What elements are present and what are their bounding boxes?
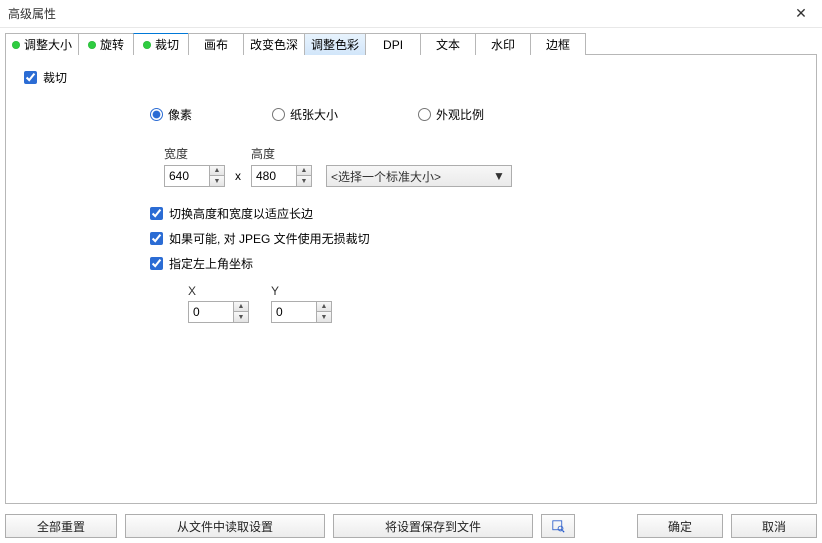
title-bar: 高级属性 ✕ xyxy=(0,0,822,28)
radio-aspect-label: 外观比例 xyxy=(436,106,484,123)
height-spinner[interactable]: ▲ ▼ xyxy=(251,165,312,187)
cb-swap-label: 切换高度和宽度以适应长边 xyxy=(169,205,313,222)
width-col: 宽度 ▲ ▼ xyxy=(164,145,225,187)
y-spinner[interactable]: ▲ ▼ xyxy=(271,301,332,323)
preset-value: <选择一个标准大小> xyxy=(331,168,487,185)
radio-aspect-row: 外观比例 xyxy=(418,106,484,123)
preview-icon xyxy=(552,520,565,533)
cb-topleft[interactable] xyxy=(150,257,163,270)
preset-select[interactable]: <选择一个标准大小> ▼ xyxy=(326,165,512,187)
chevron-up-icon[interactable]: ▲ xyxy=(234,302,248,312)
tab-canvas[interactable]: 画布 xyxy=(188,33,244,55)
width-spinner[interactable]: ▲ ▼ xyxy=(164,165,225,187)
enable-crop-row: 裁切 xyxy=(24,69,798,86)
radio-paper[interactable] xyxy=(272,108,285,121)
tab-rotate[interactable]: 旋转 xyxy=(78,33,134,55)
tab-watermark[interactable]: 水印 xyxy=(475,33,531,55)
radio-aspect[interactable] xyxy=(418,108,431,121)
tab-strip: 调整大小 旋转 裁切 画布 改变色深 调整色彩 DPI 文本 水印 边框 xyxy=(5,33,817,55)
tab-dpi[interactable]: DPI xyxy=(365,33,421,55)
preview-button[interactable] xyxy=(541,514,575,538)
y-label: Y xyxy=(271,284,332,298)
x-spinner[interactable]: ▲ ▼ xyxy=(188,301,249,323)
radio-pixel-row: 像素 xyxy=(150,106,192,123)
tab-color-adjust[interactable]: 调整色彩 xyxy=(304,33,366,55)
tab-depth[interactable]: 改变色深 xyxy=(243,33,305,55)
cancel-button[interactable]: 取消 xyxy=(731,514,817,538)
content-area: 调整大小 旋转 裁切 画布 改变色深 调整色彩 DPI 文本 水印 边框 裁切 … xyxy=(0,28,822,509)
width-label: 宽度 xyxy=(164,145,225,162)
chevron-up-icon[interactable]: ▲ xyxy=(317,302,331,312)
crop-mode-radios: 像素 纸张大小 外观比例 xyxy=(150,106,798,123)
reset-all-button[interactable]: 全部重置 xyxy=(5,514,117,538)
x-input[interactable] xyxy=(189,302,233,322)
y-input[interactable] xyxy=(272,302,316,322)
radio-pixel-label: 像素 xyxy=(168,106,192,123)
status-dot-icon xyxy=(12,41,20,49)
cb-swap-row: 切换高度和宽度以适应长边 xyxy=(150,205,798,222)
chevron-up-icon[interactable]: ▲ xyxy=(297,166,311,176)
chevron-down-icon[interactable]: ▼ xyxy=(210,176,224,186)
enable-crop-label: 裁切 xyxy=(43,69,67,86)
dimension-row: 宽度 ▲ ▼ x 高度 ▲ ▼ xyxy=(164,145,798,187)
tab-text[interactable]: 文本 xyxy=(420,33,476,55)
chevron-up-icon[interactable]: ▲ xyxy=(210,166,224,176)
status-dot-icon xyxy=(143,41,151,49)
window-title: 高级属性 xyxy=(8,5,788,22)
crop-options: 切换高度和宽度以适应长边 如果可能, 对 JPEG 文件使用无损裁切 指定左上角… xyxy=(150,205,798,272)
height-label: 高度 xyxy=(251,145,312,162)
chevron-down-icon[interactable]: ▼ xyxy=(234,312,248,322)
status-dot-icon xyxy=(88,41,96,49)
x-label: X xyxy=(188,284,249,298)
radio-paper-label: 纸张大小 xyxy=(290,106,338,123)
chevron-down-icon[interactable]: ▼ xyxy=(317,312,331,322)
cb-lossless[interactable] xyxy=(150,232,163,245)
radio-pixel[interactable] xyxy=(150,108,163,121)
chevron-down-icon: ▼ xyxy=(491,169,507,183)
load-settings-button[interactable]: 从文件中读取设置 xyxy=(125,514,325,538)
footer-buttons: 全部重置 从文件中读取设置 将设置保存到文件 确定 取消 xyxy=(0,509,822,543)
y-col: Y ▲ ▼ xyxy=(271,284,332,323)
cb-topleft-label: 指定左上角坐标 xyxy=(169,255,253,272)
cb-swap[interactable] xyxy=(150,207,163,220)
xy-row: X ▲ ▼ Y ▲ ▼ xyxy=(188,284,798,323)
tab-border[interactable]: 边框 xyxy=(530,33,586,55)
dimension-x-char: x xyxy=(233,169,243,187)
enable-crop-checkbox[interactable] xyxy=(24,71,37,84)
cb-topleft-row: 指定左上角坐标 xyxy=(150,255,798,272)
crop-panel: 裁切 像素 纸张大小 外观比例 宽度 ▲ xyxy=(5,55,817,504)
height-input[interactable] xyxy=(252,166,296,186)
radio-paper-row: 纸张大小 xyxy=(272,106,338,123)
close-icon[interactable]: ✕ xyxy=(788,4,814,24)
tab-resize[interactable]: 调整大小 xyxy=(5,33,79,55)
width-input[interactable] xyxy=(165,166,209,186)
tab-crop[interactable]: 裁切 xyxy=(133,33,189,55)
save-settings-button[interactable]: 将设置保存到文件 xyxy=(333,514,533,538)
x-col: X ▲ ▼ xyxy=(188,284,249,323)
ok-button[interactable]: 确定 xyxy=(637,514,723,538)
cb-lossless-row: 如果可能, 对 JPEG 文件使用无损裁切 xyxy=(150,230,798,247)
cb-lossless-label: 如果可能, 对 JPEG 文件使用无损裁切 xyxy=(169,230,370,247)
height-col: 高度 ▲ ▼ xyxy=(251,145,312,187)
chevron-down-icon[interactable]: ▼ xyxy=(297,176,311,186)
